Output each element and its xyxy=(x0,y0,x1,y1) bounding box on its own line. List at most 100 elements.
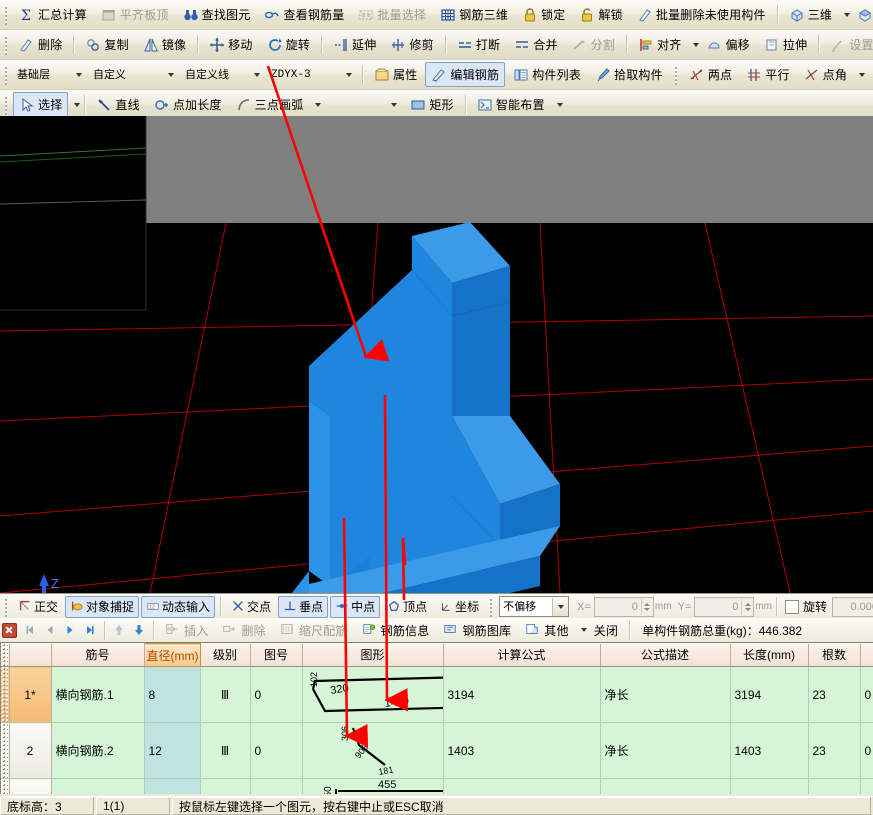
btn-unlock[interactable]: 解锁 xyxy=(573,2,628,27)
btn-parallel[interactable]: 平行 xyxy=(740,62,795,87)
x-offset-input[interactable]: 0 xyxy=(593,596,654,617)
chevron-down-icon[interactable] xyxy=(859,72,866,77)
btn-split[interactable]: 分割 xyxy=(566,32,621,57)
btn-component-list[interactable]: 构件列表 xyxy=(507,62,587,87)
btn-rectangle[interactable]: 矩形 xyxy=(404,92,459,117)
btn-delete-row[interactable]: 删除 xyxy=(216,618,271,642)
cell-extra[interactable]: 0 xyxy=(860,722,873,779)
toolbar-grip[interactable] xyxy=(3,34,10,55)
cell-drawing-no[interactable]: 0 xyxy=(250,722,303,779)
chevron-down-icon[interactable] xyxy=(341,66,356,84)
combo-subcategory[interactable]: 自定义线 xyxy=(182,65,264,85)
btn-copy[interactable]: 复制 xyxy=(79,32,134,57)
toggle-snap-perpendicular[interactable]: 垂点 xyxy=(278,595,329,618)
btn-pick-component[interactable]: 拾取构件 xyxy=(589,62,669,87)
cell-formula[interactable]: 3194 xyxy=(443,666,601,723)
chevron-down-icon[interactable] xyxy=(249,66,264,84)
combo-category[interactable]: 自定义 xyxy=(90,65,178,85)
cell-formula[interactable]: 6.25*d+1060+6.25*d xyxy=(443,778,601,794)
btn-view-3d[interactable]: 三维 xyxy=(783,2,838,27)
btn-point-angle[interactable]: 点角 xyxy=(798,62,853,87)
chevron-down-icon[interactable] xyxy=(163,66,178,84)
col-drawing-no[interactable]: 图号 xyxy=(250,643,303,667)
cell-diameter[interactable]: 8 xyxy=(143,666,201,723)
btn-select-tool[interactable]: 选择 xyxy=(13,92,69,117)
table-row[interactable]: 3 横向钢筋.3 10 Ⅰ 0 xyxy=(1,778,873,794)
btn-properties[interactable]: 属性 xyxy=(368,62,423,87)
table-row[interactable]: 1* 横向钢筋.1 8 Ⅲ 0 102 320 1459 3194 净长 319… xyxy=(1,666,873,723)
toggle-snap-vertex[interactable]: 顶点 xyxy=(382,596,432,618)
cell-grade[interactable]: Ⅰ xyxy=(200,778,251,794)
toolbar-grip[interactable] xyxy=(672,64,680,85)
close-icon[interactable] xyxy=(2,622,17,638)
combo-component[interactable]: ZDYX-3 xyxy=(268,65,356,85)
btn-three-point-aux[interactable]: 三点辅 xyxy=(866,62,873,87)
btn-offset[interactable]: 偏移 xyxy=(700,32,755,57)
cell-shape[interactable]: 102 320 1459 16 xyxy=(302,666,444,723)
combo-floor[interactable]: 基础层 xyxy=(14,65,86,85)
cell-diameter[interactable]: 10 xyxy=(143,778,201,794)
chevron-down-icon[interactable] xyxy=(386,96,401,114)
btn-point-length[interactable]: 点加长度 xyxy=(148,92,228,117)
rebar-table-container[interactable]: 筋号 直径(mm) 级别 图号 图形 计算公式 公式描述 长度(mm) 根数 1… xyxy=(0,642,873,794)
combo-offset-mode[interactable]: 不偏移 xyxy=(499,596,570,617)
table-row[interactable]: 2 横向钢筋.2 12 Ⅲ 0 306 905 181 1403 净长 1403… xyxy=(1,722,873,779)
btn-view-top[interactable]: 俯视 xyxy=(851,2,873,27)
btn-break[interactable]: 打断 xyxy=(451,32,506,57)
chevron-down-icon[interactable] xyxy=(315,102,322,107)
y-offset-input[interactable]: 0 xyxy=(694,596,755,617)
nav-first-button[interactable] xyxy=(20,621,40,639)
move-up-button[interactable] xyxy=(109,621,129,639)
toggle-snap-intersection[interactable]: 交点 xyxy=(226,596,276,618)
btn-align-slab-top[interactable]: 平齐板顶 xyxy=(95,2,175,27)
cell-count[interactable]: 23 xyxy=(808,722,861,779)
btn-rebar-3d[interactable]: 钢筋三维 xyxy=(434,2,514,27)
btn-edit-rebar[interactable]: 编辑钢筋 xyxy=(425,62,506,87)
toolbar-grip[interactable] xyxy=(3,94,10,115)
cell-diameter[interactable]: 12 xyxy=(143,722,201,779)
toggle-ortho[interactable]: 正交 xyxy=(13,596,63,618)
btn-rotate[interactable]: 旋转 xyxy=(261,32,316,57)
cell-count[interactable]: 30 xyxy=(808,778,861,794)
chevron-down-icon[interactable] xyxy=(580,628,587,632)
cell-formula-desc[interactable]: 净长 xyxy=(600,722,731,779)
btn-mirror[interactable]: 镜像 xyxy=(137,32,192,57)
btn-three-point-arc[interactable]: 三点画弧 xyxy=(230,92,310,117)
cell-grade[interactable]: Ⅲ xyxy=(200,666,251,723)
x-offset-stepper[interactable] xyxy=(640,598,653,615)
btn-align[interactable]: 对齐 xyxy=(632,32,687,57)
toggle-coordinate[interactable]: 坐标 xyxy=(434,596,484,618)
btn-rebar-library[interactable]: 钢筋图库 xyxy=(437,618,517,642)
cell-extra[interactable]: 0 xyxy=(860,778,873,794)
btn-find-element[interactable]: 查找图元 xyxy=(177,2,257,27)
btn-set-grip[interactable]: 设置夹点 xyxy=(824,32,873,57)
cell-count[interactable]: 23 xyxy=(808,666,861,723)
chevron-down-icon[interactable] xyxy=(552,597,569,616)
toolbar-grip[interactable] xyxy=(3,596,10,617)
btn-merge[interactable]: 合并 xyxy=(508,32,563,57)
col-grade[interactable]: 级别 xyxy=(200,643,251,667)
btn-smart-layout[interactable]: 智能布置 xyxy=(471,92,551,117)
col-formula-desc[interactable]: 公式描述 xyxy=(600,643,731,667)
cell-formula-desc[interactable]: 净长 xyxy=(600,666,731,723)
btn-two-point[interactable]: 两点 xyxy=(683,62,738,87)
btn-move[interactable]: 移动 xyxy=(203,32,258,57)
btn-view-rebar-qty[interactable]: 查看钢筋量 xyxy=(258,2,350,27)
rotate-input[interactable]: 0.000 xyxy=(832,596,873,617)
btn-rebar-info[interactable]: 钢筋信息 xyxy=(356,618,436,642)
chevron-down-icon[interactable] xyxy=(71,66,86,84)
nav-last-button[interactable] xyxy=(80,621,100,639)
cell-rebar-no[interactable]: 横向钢筋.3 xyxy=(51,778,145,794)
cell-shape[interactable]: 455 150 63 xyxy=(302,778,444,794)
panel-resize-grip[interactable] xyxy=(0,642,8,794)
3d-viewport[interactable]: Z Y X xyxy=(0,116,873,593)
toggle-snap-midpoint[interactable]: 中点 xyxy=(330,595,381,618)
btn-batch-delete-unused[interactable]: 批量删除未使用构件 xyxy=(631,2,772,27)
toolbar-grip[interactable] xyxy=(488,596,496,617)
col-shape[interactable]: 图形 xyxy=(302,643,444,667)
btn-lock[interactable]: 锁定 xyxy=(516,2,571,27)
nav-next-button[interactable] xyxy=(60,621,80,639)
toggle-dynamic-input[interactable]: 12 动态输入 xyxy=(141,595,216,618)
btn-stretch[interactable]: 拉伸 xyxy=(758,32,813,57)
col-length[interactable]: 长度(mm) xyxy=(730,643,809,667)
